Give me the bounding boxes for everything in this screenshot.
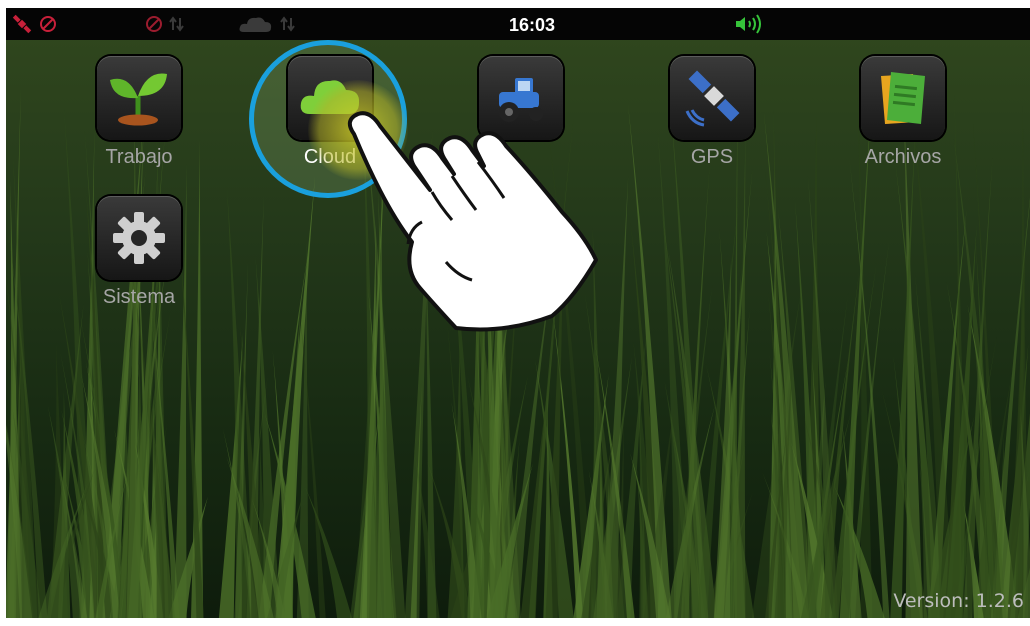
sprout-icon bbox=[110, 73, 167, 126]
volume-icon[interactable] bbox=[733, 12, 767, 36]
no-connection-icon bbox=[146, 16, 184, 32]
satellite-error-icon bbox=[12, 14, 56, 34]
app-label-archivos: Archivos bbox=[864, 146, 942, 168]
cloud-icon bbox=[239, 16, 295, 32]
app-trabajo[interactable]: Trabajo bbox=[84, 56, 194, 178]
archivos-tile bbox=[861, 56, 945, 140]
documents-icon bbox=[881, 72, 925, 124]
gps-tile bbox=[670, 56, 754, 140]
satellite-icon bbox=[685, 70, 740, 127]
gear-icon bbox=[113, 212, 165, 264]
version-label: Version: 1.2.6 bbox=[893, 590, 1024, 612]
app-archivos[interactable]: Archivos bbox=[848, 56, 958, 178]
status-bar: 16:03 bbox=[6, 8, 1030, 40]
app-label-gps: GPS bbox=[690, 146, 734, 168]
app-label-sistema: Sistema bbox=[102, 286, 176, 308]
app-gps[interactable]: GPS bbox=[657, 56, 767, 178]
status-time: 16:03 bbox=[508, 15, 556, 35]
sistema-tile bbox=[97, 196, 181, 280]
home-screen: 16:03 Trabajo Cloud bbox=[6, 8, 1030, 618]
app-sistema[interactable]: Sistema bbox=[84, 196, 194, 318]
tap-gesture-hand-icon bbox=[347, 111, 598, 332]
trabajo-tile bbox=[97, 56, 181, 140]
app-label-trabajo: Trabajo bbox=[105, 146, 173, 168]
